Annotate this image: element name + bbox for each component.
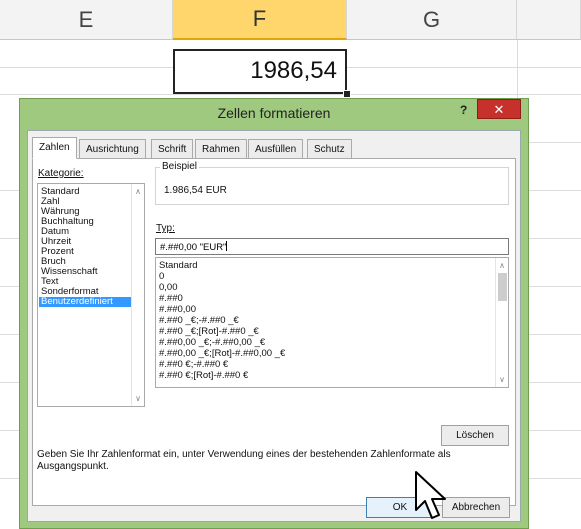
active-cell-f[interactable]: 1986,54	[173, 49, 347, 94]
typ-item[interactable]: 0,00	[159, 282, 178, 293]
zahlen-panel: Kategorie: Standard Zahl Währung Buchhal…	[32, 158, 516, 506]
column-header-g[interactable]: G	[347, 0, 517, 40]
loeschen-button[interactable]: Löschen	[441, 425, 509, 446]
column-header-f[interactable]: F	[173, 0, 347, 40]
kategorie-scrollbar[interactable]: ∧ ∨	[131, 184, 144, 406]
dialog-title: Zellen formatieren	[217, 105, 331, 121]
help-button[interactable]: ?	[460, 103, 467, 117]
typ-list[interactable]: Standard 0 0,00 #.##0 #.##0,00 #.##0 _€;…	[155, 257, 509, 388]
grid-row-line	[0, 478, 19, 479]
scroll-down-icon[interactable]: ∨	[496, 375, 508, 384]
grid-row-line	[529, 142, 581, 143]
grid-row-line	[529, 190, 581, 191]
kategorie-list[interactable]: Standard Zahl Währung Buchhaltung Datum …	[37, 183, 145, 407]
grid-row-line	[529, 334, 581, 335]
format-cells-dialog: Zellen formatieren ? ✕ Zahlen Ausrichtun…	[19, 98, 529, 529]
grid-row-line	[0, 67, 173, 68]
scroll-up-icon[interactable]: ∧	[496, 261, 508, 270]
typ-item[interactable]: #.##0,00 _€;-#.##0,00 _€	[159, 337, 265, 348]
typ-input[interactable]: #.##0,00 "EUR"	[155, 238, 509, 255]
typ-item[interactable]: #.##0 €;-#.##0 €	[159, 359, 228, 370]
kategorie-item-selected[interactable]: Benutzerdefiniert	[39, 297, 134, 307]
typ-item[interactable]: #.##0,00	[159, 304, 196, 315]
grid-row-line	[0, 190, 19, 191]
grid-row-line	[0, 238, 19, 239]
tab-schutz[interactable]: Schutz	[307, 139, 352, 159]
tab-rahmen[interactable]: Rahmen	[195, 139, 247, 159]
text-caret	[226, 241, 228, 251]
typ-item[interactable]: #.##0 €;[Rot]-#.##0 €	[159, 370, 248, 381]
typ-item[interactable]: 0	[159, 271, 164, 282]
beispiel-group: Beispiel 1.986,54 EUR	[155, 161, 509, 205]
grid-row-line	[0, 382, 19, 383]
typ-input-value: #.##0,00 "EUR"	[160, 242, 227, 253]
grid-row-line	[0, 94, 581, 95]
dialog-body: Zahlen Ausrichtung Schrift Rahmen Ausfül…	[27, 130, 521, 522]
typ-item[interactable]: #.##0 _€;-#.##0 _€	[159, 315, 239, 326]
tab-schrift[interactable]: Schrift	[151, 139, 194, 159]
scroll-down-icon[interactable]: ∨	[132, 394, 144, 403]
tab-ausfuellen[interactable]: Ausfüllen	[248, 139, 304, 159]
typ-item[interactable]: Standard	[159, 260, 198, 271]
grid-row-line	[347, 67, 581, 68]
grid-row-line	[0, 286, 19, 287]
column-header-h[interactable]	[517, 0, 581, 40]
typ-item[interactable]: #.##0	[159, 293, 183, 304]
tab-zahlen[interactable]: Zahlen	[32, 137, 77, 159]
grid-row-line	[529, 238, 581, 239]
beispiel-value: 1.986,54 EUR	[164, 185, 227, 196]
typ-item[interactable]: #.##0,00 _€;[Rot]-#.##0,00 _€	[159, 348, 285, 359]
grid-row-line	[529, 286, 581, 287]
typ-scrollbar[interactable]: ∧ ∨	[495, 258, 508, 387]
grid-row-line	[0, 430, 19, 431]
grid-row-line	[0, 334, 19, 335]
grid-row-line	[529, 430, 581, 431]
grid-row-line	[529, 478, 581, 479]
kategorie-label: Kategorie:	[38, 168, 84, 179]
scroll-thumb[interactable]	[498, 273, 507, 301]
typ-item[interactable]: #.##0 _€;[Rot]-#.##0 _€	[159, 326, 259, 337]
close-button[interactable]: ✕	[477, 99, 521, 119]
dialog-titlebar[interactable]: Zellen formatieren ? ✕	[20, 99, 528, 130]
grid-row-line	[529, 382, 581, 383]
column-header-e[interactable]: E	[0, 0, 173, 40]
fill-handle[interactable]	[343, 90, 351, 98]
scroll-up-icon[interactable]: ∧	[132, 187, 144, 196]
mouse-pointer-icon	[415, 471, 446, 519]
typ-label: Typ:	[156, 223, 175, 234]
beispiel-label: Beispiel	[160, 161, 200, 172]
tab-ausrichtung[interactable]: Ausrichtung	[79, 139, 146, 159]
